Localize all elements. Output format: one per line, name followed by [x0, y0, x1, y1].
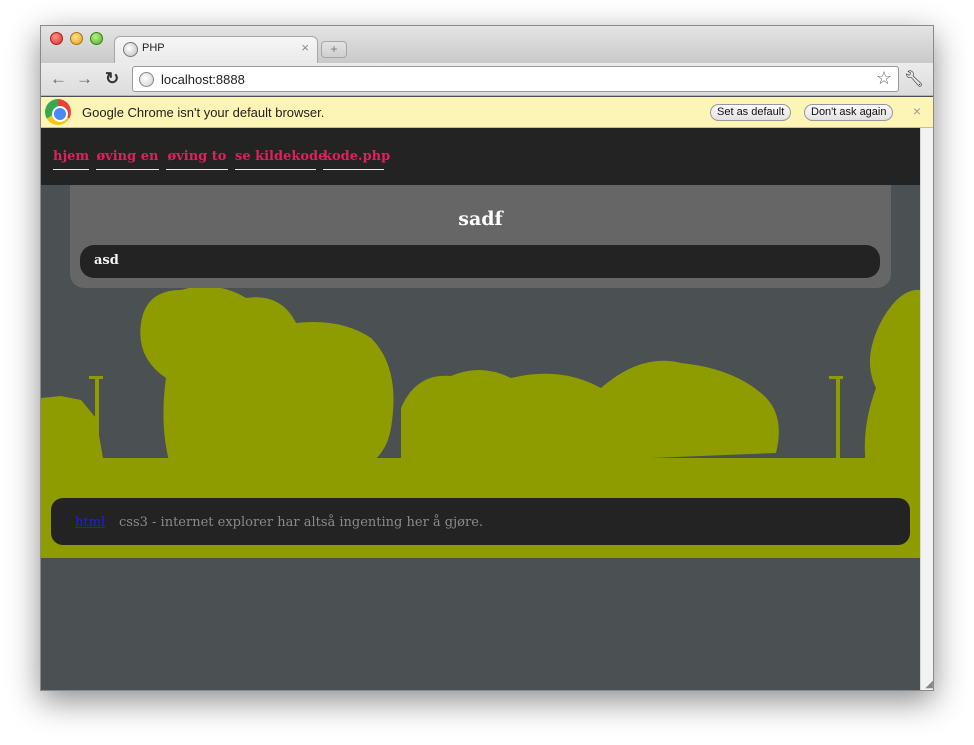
footer-text: css3 - internet explorer har altså ingen…: [119, 515, 484, 530]
infobar-message: Google Chrome isn't your default browser…: [82, 105, 325, 120]
nav-link-oving-en[interactable]: øving en: [96, 149, 159, 170]
nav-link-se-kildekode[interactable]: se kildekode: [235, 149, 326, 170]
dont-ask-again-button[interactable]: Don't ask again: [804, 104, 894, 121]
title-panel: sadf asd: [70, 185, 891, 288]
default-browser-infobar: Google Chrome isn't your default browser…: [41, 97, 933, 128]
globe-icon: [139, 72, 154, 87]
zoom-window-button[interactable]: [90, 32, 103, 45]
footer-bar: html css3 - internet explorer har altså …: [51, 498, 910, 545]
bookmark-star-icon[interactable]: ☆: [876, 68, 892, 89]
address-bar[interactable]: localhost:8888 ☆: [132, 66, 899, 92]
new-tab-button[interactable]: +: [321, 41, 347, 58]
chrome-logo-icon: [45, 99, 71, 125]
browser-tab[interactable]: PHP ×: [114, 36, 318, 64]
address-url[interactable]: localhost:8888: [161, 72, 245, 87]
tab-title: PHP: [142, 42, 165, 54]
nav-link-oving-to[interactable]: øving to: [166, 149, 228, 170]
minimize-window-button[interactable]: [70, 32, 83, 45]
browser-toolbar: ← → ↻ localhost:8888 ☆ 🔧︎: [41, 63, 933, 96]
nav-link-hjem[interactable]: hjem: [53, 149, 89, 170]
page-heading: sadf: [458, 208, 503, 230]
wrench-menu-icon[interactable]: 🔧︎: [904, 69, 924, 89]
content-bar: asd: [80, 245, 880, 278]
site-nav: hjem øving en øving to se kildekode kode…: [41, 128, 920, 185]
back-arrow-icon[interactable]: ←: [50, 69, 67, 89]
nav-link-kode-php[interactable]: kode.php: [323, 149, 390, 170]
set-as-default-button[interactable]: Set as default: [710, 104, 792, 121]
tab-strip: PHP × +: [41, 26, 933, 64]
vertical-scrollbar[interactable]: ◢: [920, 128, 933, 690]
html-link[interactable]: html: [75, 515, 105, 530]
reload-icon[interactable]: ↻: [105, 69, 119, 89]
close-window-button[interactable]: [50, 32, 63, 45]
forward-arrow-icon[interactable]: →: [76, 69, 93, 89]
globe-icon: [123, 42, 138, 57]
close-tab-icon[interactable]: ×: [301, 40, 309, 55]
web-page: hjem øving en øving to se kildekode kode…: [41, 128, 920, 690]
browser-window: PHP × + ← → ↻ localhost:8888 ☆ 🔧︎ Google…: [40, 25, 934, 691]
resize-grip-icon[interactable]: ◢: [925, 679, 933, 690]
close-infobar-icon[interactable]: ×: [913, 103, 921, 119]
content-text: asd: [94, 253, 119, 268]
